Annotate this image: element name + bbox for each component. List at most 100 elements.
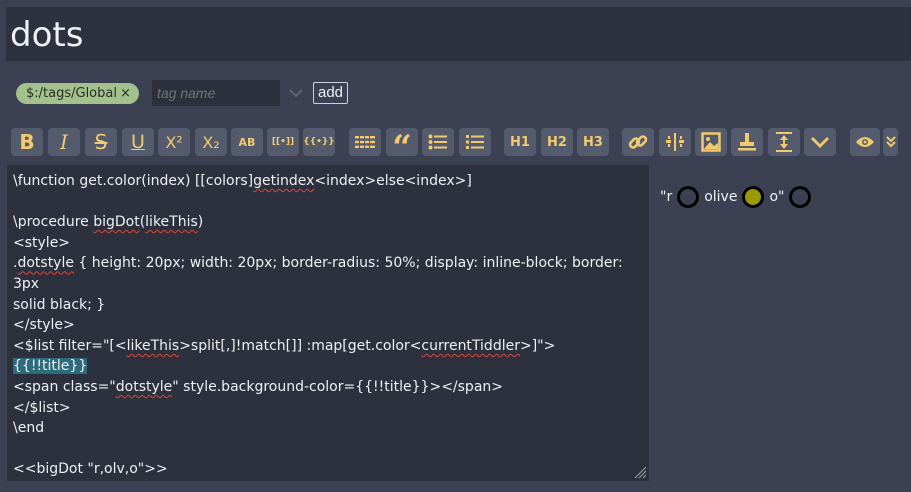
preview-dot — [677, 186, 700, 208]
code-text: <index>else<index>] — [314, 173, 472, 189]
code-text: <span class=" — [13, 378, 116, 395]
editor-line: {{!!title}} — [13, 356, 643, 377]
preview-toggle-button[interactable] — [850, 128, 880, 156]
code-text: <<bigDot "r,olv,o">> — [13, 461, 168, 478]
code-text: \function get.color(index) [[colors] — [13, 173, 254, 189]
code-text: " style.background-color={{!!title}}></s… — [172, 378, 504, 395]
tiddler-title-bar: dots — [6, 7, 911, 61]
smallcaps-icon: AB — [238, 135, 256, 149]
tiddler-title[interactable]: dots — [10, 15, 83, 55]
editor-toolbar: B I S U X² X₂ AB [[•]] {{•}} “ H1 H2 H3 — [0, 128, 911, 165]
transclude-button[interactable]: {{•}} — [303, 128, 335, 156]
bullet-list-icon — [428, 134, 447, 150]
misspelled-word: dotstyle — [17, 255, 74, 272]
numbered-list-icon — [466, 135, 484, 149]
eye-icon — [856, 137, 874, 147]
preview-text: o" — [769, 189, 785, 205]
code-text: </$list> — [13, 399, 71, 416]
editor-line: </style> — [13, 315, 643, 336]
tag-label: $:/tags/Global — [26, 86, 117, 101]
editor-line: .dotstyle { height: 20px; width: 20px; b… — [13, 253, 643, 294]
code-text: \procedure — [13, 214, 94, 231]
tag-pill-global[interactable]: $:/tags/Global × — [16, 83, 139, 104]
picture-button[interactable] — [695, 128, 727, 156]
code-text: solid black; } — [13, 296, 106, 313]
preview-dot — [742, 186, 765, 208]
strikethrough-button[interactable]: S — [85, 128, 117, 156]
size-button[interactable] — [768, 128, 800, 156]
tag-dropdown-chevron-icon[interactable] — [288, 84, 304, 102]
tag-name-input[interactable] — [152, 80, 280, 106]
code-block-icon — [355, 136, 375, 149]
excise-button[interactable] — [659, 128, 691, 156]
smallcaps-button[interactable]: AB — [231, 128, 263, 156]
heading-3-button[interactable]: H3 — [577, 128, 609, 156]
bold-button[interactable]: B — [11, 128, 43, 156]
editor-line: <span class="dotstyle" style.background-… — [13, 377, 643, 398]
stamp-button[interactable] — [731, 128, 763, 156]
underline-icon: U — [131, 131, 145, 153]
misspelled-word: dotstyle — [115, 378, 173, 395]
superscript-icon: X² — [165, 132, 183, 152]
heading-3-icon: H3 — [583, 134, 603, 150]
code-text: { height: 20px; width: 20px; border-radi… — [13, 255, 628, 292]
code-text: >]"> — [519, 337, 556, 354]
numbered-list-button[interactable] — [459, 128, 491, 156]
bold-icon: B — [19, 130, 35, 154]
selected-text: {{!!title}} — [13, 358, 88, 375]
wikilink-icon: [[•]] — [271, 137, 295, 147]
picture-icon — [701, 132, 721, 152]
text-editor-textarea[interactable]: \function get.color(index) [[colors]geti… — [7, 165, 649, 481]
tag-remove-icon[interactable]: × — [120, 86, 131, 101]
editor-line: \end — [13, 418, 643, 439]
superscript-button[interactable]: X² — [158, 128, 190, 156]
double-chevron-down-icon — [885, 136, 896, 148]
italic-button[interactable]: I — [48, 128, 80, 156]
underline-button[interactable]: U — [122, 128, 154, 156]
link-button[interactable] — [622, 128, 654, 156]
editor-line: \procedure bigDot(likeThis) — [13, 212, 643, 233]
text-height-icon — [776, 132, 792, 152]
editor-line: <<bigDot "r,olv,o">> — [13, 459, 643, 480]
code-text: >split[,]!match[]] :map[get.color< — [179, 337, 422, 354]
excise-icon — [666, 133, 684, 151]
monospace-block-button[interactable] — [349, 128, 381, 156]
link-wikitext-button[interactable]: [[•]] — [267, 128, 299, 156]
preview-dot — [789, 186, 812, 208]
heading-1-button[interactable]: H1 — [504, 128, 536, 156]
subscript-icon: X₂ — [202, 132, 220, 152]
preview-pane: "r olive o" — [658, 184, 814, 210]
quote-button[interactable]: “ — [386, 128, 418, 165]
code-text: <$list filter="[< — [13, 337, 127, 354]
preview-options-button[interactable] — [883, 128, 898, 156]
link-icon — [628, 135, 648, 149]
add-tag-button[interactable]: add — [313, 82, 349, 104]
strikethrough-icon: S — [94, 130, 108, 154]
resize-handle-icon[interactable] — [633, 465, 647, 479]
heading-1-icon: H1 — [510, 134, 530, 150]
more-button[interactable] — [804, 128, 836, 156]
editor-line: </$list> — [13, 398, 643, 419]
bullet-list-button[interactable] — [422, 128, 454, 156]
code-text: ) — [197, 214, 204, 231]
misspelled-word: likeThis — [145, 214, 198, 231]
code-text: </style> — [13, 317, 75, 334]
chevron-down-icon — [811, 137, 829, 148]
misspelled-word: currentTiddler — [421, 337, 520, 354]
code-text: <style> — [13, 234, 71, 251]
preview-text: "r — [660, 189, 673, 205]
italic-icon: I — [60, 130, 68, 154]
subscript-button[interactable]: X₂ — [195, 128, 227, 156]
heading-2-button[interactable]: H2 — [541, 128, 573, 156]
stamp-icon — [738, 133, 756, 151]
editor-line: <style> — [13, 233, 643, 254]
editor-line: \function get.color(index) [[colors]geti… — [13, 171, 643, 192]
misspelled-word: bigDot — [93, 214, 140, 231]
preview-text: olive — [704, 189, 738, 205]
code-text: \end — [13, 420, 45, 437]
quote-icon: “ — [392, 128, 412, 168]
editor-line: <$list filter="[<likeThis>split[,]!match… — [13, 336, 643, 357]
heading-2-icon: H2 — [547, 134, 567, 150]
